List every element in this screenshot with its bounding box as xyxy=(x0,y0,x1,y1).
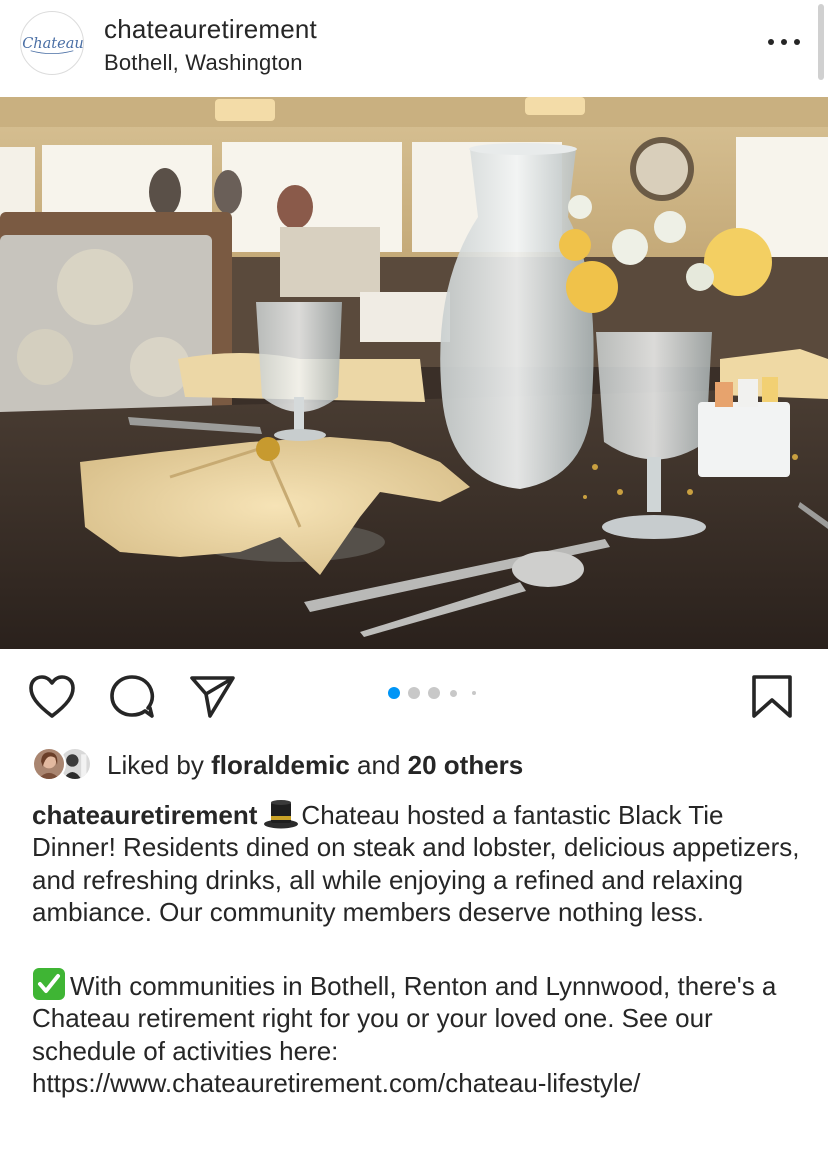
more-horizontal-icon xyxy=(768,39,774,45)
caption-text-2a: With communities in Bothell, Renton and … xyxy=(70,971,671,1002)
carousel-dot-active xyxy=(388,687,400,699)
share-button[interactable] xyxy=(188,674,236,720)
scrollbar[interactable] xyxy=(818,4,824,80)
likes-others-count[interactable]: 20 others xyxy=(408,750,524,780)
post-caption: chateauretirement Chateau hosted a fantas… xyxy=(32,799,812,1099)
paper-plane-icon xyxy=(190,676,235,718)
heart-icon xyxy=(29,675,75,718)
comment-bubble-icon xyxy=(110,675,155,718)
likes-row[interactable]: Liked by floraldemic and 20 others xyxy=(32,745,792,785)
dining-table-photo xyxy=(0,97,828,649)
post-photo[interactable] xyxy=(0,97,828,649)
bookmark-icon xyxy=(752,675,792,718)
profile-avatar[interactable]: Chateau xyxy=(20,11,84,75)
caption-paragraph-1: chateauretirement Chateau hosted a fantas… xyxy=(32,799,812,928)
chateau-logo: Chateau xyxy=(21,12,83,74)
top-hat-emoji xyxy=(264,800,299,829)
liker-avatar xyxy=(32,747,66,781)
likes-connector: and xyxy=(357,750,401,780)
liker-username[interactable]: floraldemic xyxy=(211,750,350,780)
caption-author[interactable]: chateauretirement xyxy=(32,800,257,830)
save-button[interactable] xyxy=(748,674,796,720)
caption-paragraph-2: With communities in Bothell, Renton and … xyxy=(32,967,812,1099)
carousel-dot xyxy=(472,691,476,695)
likes-prefix: Liked by xyxy=(107,750,204,780)
post-username[interactable]: chateauretirement xyxy=(104,14,317,45)
like-button[interactable] xyxy=(28,674,76,720)
carousel-dot xyxy=(408,687,420,699)
svg-text:Chateau: Chateau xyxy=(22,36,83,52)
post-header: Chateau chateauretirement Bothell, Washi… xyxy=(0,0,828,97)
comment-button[interactable] xyxy=(108,674,156,720)
carousel-dot xyxy=(450,690,457,697)
more-options-button[interactable] xyxy=(762,30,806,54)
caption-link[interactable]: https://www.chateauretirement.com/chatea… xyxy=(32,1067,812,1099)
likes-summary[interactable]: Liked by floraldemic and 20 others xyxy=(107,750,523,781)
post-location[interactable]: Bothell, Washington xyxy=(104,50,303,76)
carousel-dot xyxy=(428,687,440,699)
check-mark-emoji xyxy=(33,968,65,1001)
